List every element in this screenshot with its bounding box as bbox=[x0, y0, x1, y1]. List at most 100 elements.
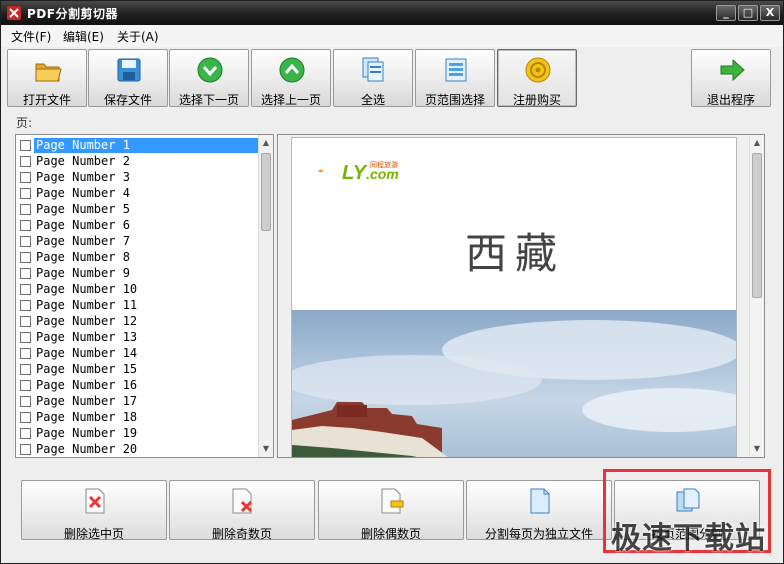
floppy-save-icon bbox=[117, 58, 141, 82]
page-checkbox[interactable] bbox=[20, 300, 31, 311]
page-checkbox[interactable] bbox=[20, 396, 31, 407]
page-checkbox[interactable] bbox=[20, 444, 31, 455]
folder-open-icon bbox=[35, 63, 62, 82]
split-each-page-label: 分割每页为独立文件 bbox=[484, 527, 593, 541]
page-checkbox[interactable] bbox=[20, 252, 31, 263]
exit-program-label: 退出程序 bbox=[706, 93, 755, 107]
page-checkbox[interactable] bbox=[20, 412, 31, 423]
green-up-arrow-icon bbox=[279, 57, 305, 83]
scroll-down-arrow-icon[interactable]: ▼ bbox=[259, 442, 273, 456]
close-button[interactable]: X bbox=[760, 5, 780, 21]
page-list-item[interactable]: Page Number 14 bbox=[18, 345, 258, 361]
pages-label: 页: bbox=[16, 116, 33, 130]
delete-odd-pages-label: 删除奇数页 bbox=[211, 527, 272, 541]
delete-even-pages-icon bbox=[381, 488, 404, 514]
menu-about[interactable]: 关于(A) bbox=[117, 28, 159, 45]
select-next-page-label: 选择下一页 bbox=[178, 93, 239, 107]
page-checkbox[interactable] bbox=[20, 380, 31, 391]
delete-selected-pages-button[interactable]: 删除选中页 bbox=[21, 480, 167, 541]
menu-edit[interactable]: 编辑(E) bbox=[63, 28, 104, 45]
page-checkbox[interactable] bbox=[20, 236, 31, 247]
page-item-label: Page Number 19 bbox=[36, 426, 138, 440]
page-item-label: Page Number 12 bbox=[36, 314, 138, 328]
page-item-label: Page Number 16 bbox=[36, 378, 138, 392]
page-checkbox[interactable] bbox=[20, 428, 31, 439]
page-list-item[interactable]: Page Number 17 bbox=[18, 393, 258, 409]
preview-scrollbar[interactable]: ▲ ▼ bbox=[749, 135, 764, 457]
page-item-label: Page Number 9 bbox=[36, 266, 130, 280]
scroll-up-arrow-icon[interactable]: ▲ bbox=[259, 136, 273, 150]
page-checkbox[interactable] bbox=[20, 348, 31, 359]
page-list-item[interactable]: Page Number 18 bbox=[18, 409, 258, 425]
preview-scroll-thumb[interactable] bbox=[752, 153, 762, 298]
delete-odd-pages-button[interactable]: 删除奇数页 bbox=[169, 480, 315, 541]
register-buy-label: 注册购买 bbox=[512, 93, 561, 107]
page-list-item[interactable]: Page Number 7 bbox=[18, 233, 258, 249]
page-item-label: Page Number 10 bbox=[36, 282, 138, 296]
page-list-item[interactable]: Page Number 1 bbox=[18, 137, 258, 153]
page-list-item[interactable]: Page Number 20 bbox=[18, 441, 258, 457]
page-list-item[interactable]: Page Number 8 bbox=[18, 249, 258, 265]
select-all-button[interactable]: 全选 bbox=[333, 49, 413, 107]
page-list-item[interactable]: Page Number 5 bbox=[18, 201, 258, 217]
page-item-label: Page Number 14 bbox=[36, 346, 138, 360]
title-bar: PDF分割剪切器 _ □ X bbox=[1, 1, 783, 25]
maximize-button[interactable]: □ bbox=[738, 5, 758, 21]
preview-panel[interactable]: LY.com 同程旅游 西藏 ▲ ▼ bbox=[277, 134, 765, 458]
page-checkbox[interactable] bbox=[20, 364, 31, 375]
page-checkbox[interactable] bbox=[20, 172, 31, 183]
gold-coin-icon bbox=[525, 57, 551, 83]
page-list[interactable]: Page Number 1 Page Number 2 Page Number 3 P… bbox=[15, 134, 274, 458]
page-list-item[interactable]: Page Number 2 bbox=[18, 153, 258, 169]
page-list-item[interactable]: Page Number 3 bbox=[18, 169, 258, 185]
open-file-button[interactable]: 打开文件 bbox=[7, 49, 87, 107]
page-checkbox[interactable] bbox=[20, 140, 31, 151]
select-all-label: 全选 bbox=[360, 93, 385, 107]
page-item-label: Page Number 1 bbox=[34, 138, 258, 153]
page-list-item[interactable]: Page Number 15 bbox=[18, 361, 258, 377]
exit-program-button[interactable]: 退出程序 bbox=[691, 49, 771, 107]
page-list-item[interactable]: Page Number 9 bbox=[18, 265, 258, 281]
window-title: PDF分割剪切器 bbox=[27, 7, 118, 21]
preview-scroll-up-icon[interactable]: ▲ bbox=[750, 136, 764, 150]
page-list-item[interactable]: Page Number 12 bbox=[18, 313, 258, 329]
register-buy-button[interactable]: 注册购买 bbox=[497, 49, 577, 107]
page-item-label: Page Number 5 bbox=[36, 202, 130, 216]
page-checkbox[interactable] bbox=[20, 220, 31, 231]
page-list-scroll-thumb[interactable] bbox=[261, 153, 271, 231]
preview-scroll-down-icon[interactable]: ▼ bbox=[750, 442, 764, 456]
exit-arrow-icon bbox=[720, 58, 745, 82]
page-checkbox[interactable] bbox=[20, 316, 31, 327]
page-list-scrollbar[interactable]: ▲ ▼ bbox=[258, 135, 273, 457]
page-list-item[interactable]: Page Number 6 bbox=[18, 217, 258, 233]
menu-file[interactable]: 文件(F) bbox=[11, 28, 51, 45]
select-next-page-button[interactable]: 选择下一页 bbox=[169, 49, 249, 107]
page-checkbox[interactable] bbox=[20, 332, 31, 343]
page-item-label: Page Number 11 bbox=[36, 298, 138, 312]
page-list-item[interactable]: Page Number 10 bbox=[18, 281, 258, 297]
page-checkbox[interactable] bbox=[20, 204, 31, 215]
open-file-label: 打开文件 bbox=[22, 93, 71, 107]
page-checkbox[interactable] bbox=[20, 268, 31, 279]
save-file-button[interactable]: 保存文件 bbox=[88, 49, 168, 107]
page-item-label: Page Number 2 bbox=[36, 154, 130, 168]
page-item-label: Page Number 8 bbox=[36, 250, 130, 264]
page-list-item[interactable]: Page Number 4 bbox=[18, 185, 258, 201]
page-item-label: Page Number 6 bbox=[36, 218, 130, 232]
page-item-label: Page Number 13 bbox=[36, 330, 138, 344]
page-item-label: Page Number 7 bbox=[36, 234, 130, 248]
delete-page-icon bbox=[85, 488, 105, 514]
page-list-item[interactable]: Page Number 19 bbox=[18, 425, 258, 441]
select-prev-page-button[interactable]: 选择上一页 bbox=[251, 49, 331, 107]
page-list-item[interactable]: Page Number 11 bbox=[18, 297, 258, 313]
page-checkbox[interactable] bbox=[20, 284, 31, 295]
page-checkbox[interactable] bbox=[20, 188, 31, 199]
split-each-page-button[interactable]: 分割每页为独立文件 bbox=[466, 480, 612, 541]
minimize-button[interactable]: _ bbox=[716, 5, 736, 21]
page-list-item[interactable]: Page Number 16 bbox=[18, 377, 258, 393]
delete-even-pages-button[interactable]: 删除偶数页 bbox=[318, 480, 464, 541]
page-checkbox[interactable] bbox=[20, 156, 31, 167]
select-prev-page-label: 选择上一页 bbox=[260, 93, 321, 107]
page-range-select-button[interactable]: 页范围选择 bbox=[415, 49, 495, 107]
page-list-item[interactable]: Page Number 13 bbox=[18, 329, 258, 345]
